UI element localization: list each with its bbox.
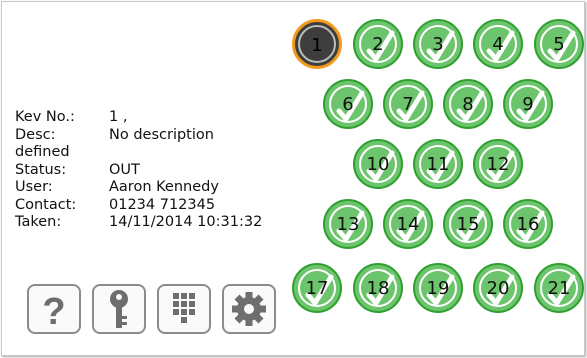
key-cabinet-panel: Kev No.: 1 , Desc: No description define… xyxy=(1,1,585,356)
key-number-label: 20 xyxy=(486,278,510,299)
key-slot-13[interactable]: 13 xyxy=(323,199,373,249)
description-row: Desc: No description xyxy=(15,127,275,145)
key-slot-8[interactable]: 8 xyxy=(443,79,493,129)
taken-value: 14/11/2014 10:31:32 xyxy=(109,214,263,230)
key-number-label: 10 xyxy=(366,154,390,175)
key-slot-15[interactable]: 15 xyxy=(443,199,493,249)
key-slot-19[interactable]: 19 xyxy=(413,263,463,313)
user-row: User: Aaron Kennedy xyxy=(15,179,275,197)
key-number-label: 14 xyxy=(396,214,420,235)
user-value: Aaron Kennedy xyxy=(109,179,219,195)
key-slot-6[interactable]: 6 xyxy=(323,79,373,129)
keypad-button[interactable] xyxy=(157,284,211,334)
key-slot-11[interactable]: 11 xyxy=(413,139,463,189)
contact-row: Contact: 01234 712345 xyxy=(15,197,275,215)
key-number-label: 12 xyxy=(486,154,510,175)
key-number-label: 15 xyxy=(456,214,480,235)
status-value: OUT xyxy=(109,161,140,178)
key-number-row: Kev No.: 1 , xyxy=(15,109,275,127)
key-slot-7[interactable]: 7 xyxy=(383,79,433,129)
key-number-label: 11 xyxy=(426,154,450,175)
status-label: Status: xyxy=(15,161,67,178)
keypad-icon xyxy=(173,293,195,323)
key-number-label: 3 xyxy=(432,34,444,55)
key-slot-14[interactable]: 14 xyxy=(383,199,433,249)
key-number-label: 6 xyxy=(342,94,354,115)
help-button[interactable]: ? xyxy=(27,284,81,334)
key-number-label: Kev No.: xyxy=(15,109,75,125)
description-value: No description xyxy=(109,126,214,143)
key-number-label: 13 xyxy=(336,214,360,235)
key-number-label: 16 xyxy=(516,214,540,235)
user-label: User: xyxy=(15,179,53,195)
description-label: Desc: xyxy=(15,126,56,143)
key-number-label: 5 xyxy=(553,34,565,55)
contact-value: 01234 712345 xyxy=(109,196,216,213)
key-number-label: 21 xyxy=(547,278,571,299)
key-number-label: 8 xyxy=(462,94,474,115)
description-value-continued: defined xyxy=(15,144,70,160)
help-icon: ? xyxy=(42,291,65,332)
settings-button[interactable] xyxy=(222,284,276,334)
key-slot-21[interactable]: 21 xyxy=(534,263,584,313)
key-slot-2[interactable]: 2 xyxy=(353,19,403,69)
key-slot-10[interactable]: 10 xyxy=(353,139,403,189)
key-slot-1[interactable]: 1 xyxy=(292,19,342,69)
key-slot-17[interactable]: 17 xyxy=(292,263,342,313)
key-number-label: 19 xyxy=(426,278,450,299)
key-info-panel: Kev No.: 1 , Desc: No description define… xyxy=(15,109,275,232)
key-slot-3[interactable]: 3 xyxy=(413,19,463,69)
key-slot-18[interactable]: 18 xyxy=(353,263,403,313)
taken-label: Taken: xyxy=(15,214,62,230)
contact-label: Contact: xyxy=(15,196,77,213)
key-number-label: 7 xyxy=(402,94,414,115)
key-icon xyxy=(110,290,128,328)
key-number-label: 1 xyxy=(311,35,323,56)
svg-text:?: ? xyxy=(42,291,65,332)
key-slot-12[interactable]: 12 xyxy=(473,139,523,189)
key-slot-9[interactable]: 9 xyxy=(503,79,553,129)
key-number-label: 9 xyxy=(522,94,534,115)
key-slot-4[interactable]: 4 xyxy=(473,19,523,69)
key-slot-20[interactable]: 20 xyxy=(473,263,523,313)
key-slot-16[interactable]: 16 xyxy=(503,199,553,249)
gear-icon xyxy=(232,292,266,326)
status-row: Status: OUT xyxy=(15,162,275,180)
key-number-value: 1 , xyxy=(109,109,128,125)
key-number-label: 2 xyxy=(372,34,384,55)
key-slot-5[interactable]: 5 xyxy=(534,19,584,69)
taken-row: Taken: 14/11/2014 10:31:32 xyxy=(15,214,275,232)
key-number-label: 4 xyxy=(492,34,504,55)
key-button[interactable] xyxy=(92,284,146,334)
key-number-label: 18 xyxy=(366,278,390,299)
key-number-label: 17 xyxy=(305,278,329,299)
